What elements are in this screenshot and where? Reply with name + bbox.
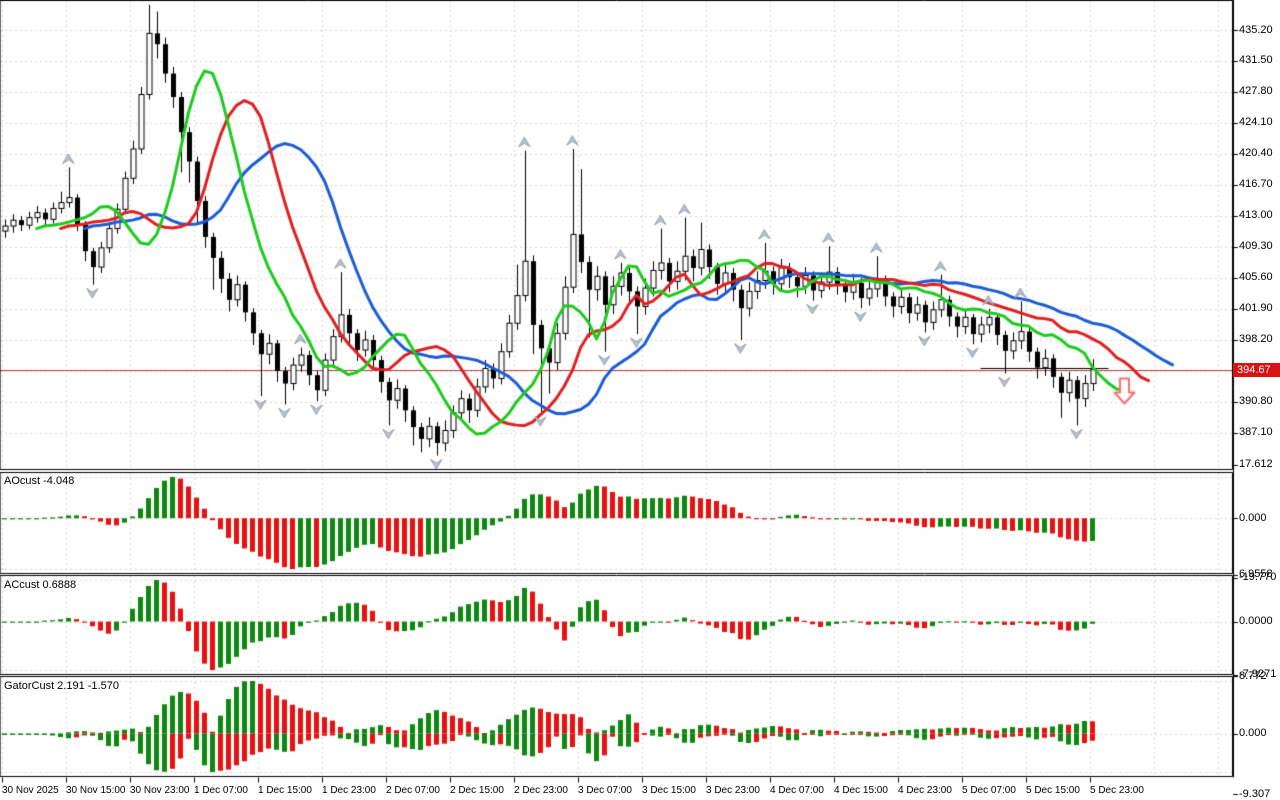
time-tick-label: 2 Dec 23:00 <box>514 786 568 796</box>
time-tick-label: 2 Dec 15:00 <box>450 786 504 796</box>
price-tick-label: 435.20 <box>1239 25 1273 36</box>
time-tick-label: 3 Dec 23:00 <box>706 786 760 796</box>
price-tick-label: 431.50 <box>1239 55 1273 66</box>
time-tick-label: 5 Dec 23:00 <box>1090 786 1144 796</box>
price-tick-label: 420.40 <box>1239 148 1273 159</box>
price-tick-label: 398.20 <box>1239 334 1273 345</box>
chart-plot-canvas[interactable] <box>0 0 1280 800</box>
trading-chart: AOcust -4.048 ACcust 0.6888 GatorCust 2.… <box>0 0 1280 800</box>
time-tick-label: 2 Dec 07:00 <box>386 786 440 796</box>
indicator-tick-label: 8.772 <box>1239 671 1267 682</box>
time-tick-label: 5 Dec 15:00 <box>1026 786 1080 796</box>
time-tick-label: 4 Dec 23:00 <box>898 786 952 796</box>
time-tick-label: 3 Dec 15:00 <box>642 786 696 796</box>
time-tick-label: 3 Dec 07:00 <box>578 786 632 796</box>
price-tick-label: 401.90 <box>1239 303 1273 314</box>
time-tick-label: 30 Nov 2025 <box>2 786 59 796</box>
price-tick-label: 405.60 <box>1239 272 1273 283</box>
time-tick-label: 30 Nov 23:00 <box>130 786 190 796</box>
indicator-label-aocust: AOcust -4.048 <box>4 475 74 487</box>
price-tick-label: 390.80 <box>1239 396 1273 407</box>
indicator-tick-label: -9.307 <box>1239 789 1270 800</box>
time-tick-label: 4 Dec 15:00 <box>834 786 888 796</box>
time-tick-label: 1 Dec 15:00 <box>258 786 312 796</box>
indicator-tick-label: 17.612 <box>1239 459 1273 470</box>
time-tick-label: 30 Nov 15:00 <box>66 786 126 796</box>
indicator-tick-label: 0.0000 <box>1239 616 1273 627</box>
indicator-label-gatorcust: GatorCust 2.191 -1.570 <box>4 680 119 692</box>
price-tick-label: 413.00 <box>1239 210 1273 221</box>
time-tick-label: 5 Dec 07:00 <box>962 786 1016 796</box>
indicator-tick-label: 0.000 <box>1239 513 1267 524</box>
indicator-label-accust: ACcust 0.6888 <box>4 579 76 591</box>
time-tick-label: 1 Dec 23:00 <box>322 786 376 796</box>
current-price-tag: 394.67 <box>1233 363 1280 377</box>
time-tick-label: 1 Dec 07:00 <box>194 786 248 796</box>
price-tick-label: 409.30 <box>1239 241 1273 252</box>
price-tick-label: 424.10 <box>1239 117 1273 128</box>
price-tick-label: 416.70 <box>1239 179 1273 190</box>
indicator-tick-label: 6.9558 <box>1239 569 1273 580</box>
indicator-tick-label: 0.000 <box>1239 728 1267 739</box>
price-tick-label: 387.10 <box>1239 427 1273 438</box>
price-tick-label: 427.80 <box>1239 86 1273 97</box>
time-tick-label: 4 Dec 07:00 <box>770 786 824 796</box>
